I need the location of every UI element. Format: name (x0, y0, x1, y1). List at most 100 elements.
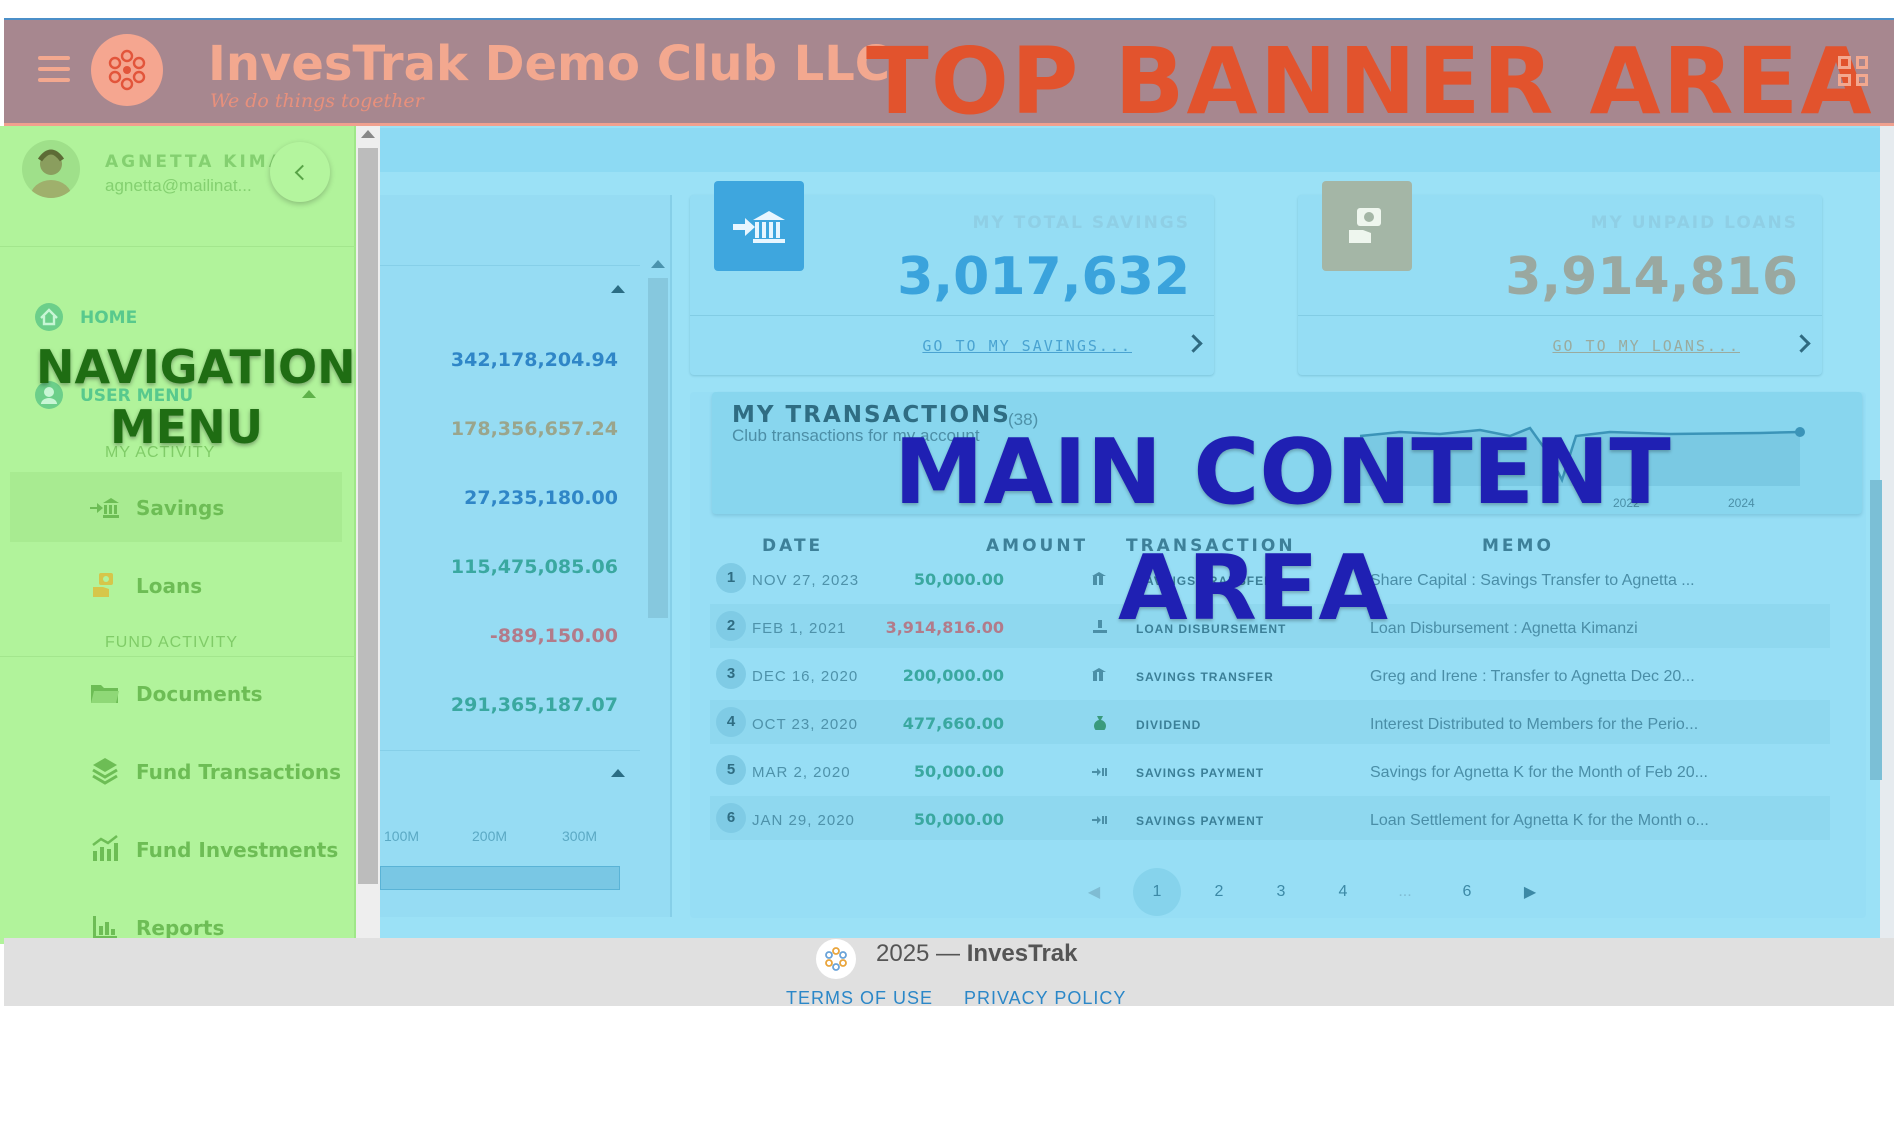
axis-tick: 200M (472, 828, 508, 844)
table-row[interactable]: 6 JAN 29, 2020 50,000.00 SAVINGS PAYMENT… (710, 796, 1830, 840)
row-number: 4 (716, 707, 746, 737)
sidebar-item-loans[interactable]: Loans (10, 550, 342, 620)
go-to-savings-link[interactable]: GO TO MY SAVINGS... (922, 337, 1132, 355)
sidebar-item-label: Savings (136, 496, 225, 520)
footer-brand: InvesTrak (966, 940, 1078, 967)
stat-label: MY UNPAID LOANS (1590, 213, 1798, 233)
sidebar-divider (0, 656, 356, 657)
scroll-up-icon[interactable] (361, 130, 375, 138)
chevron-left-icon (294, 164, 310, 180)
savings-bank-icon (1092, 812, 1108, 826)
user-name: AGNETTA KIMA (105, 152, 285, 172)
layers-icon (90, 758, 120, 785)
stat-value: 3,914,816 (1505, 247, 1798, 307)
page-button[interactable]: 2 (1195, 868, 1243, 916)
sidebar-item-savings[interactable]: Savings (10, 472, 342, 542)
card-divider (380, 265, 640, 266)
loans-hand-icon (90, 572, 120, 598)
savings-bank-icon (90, 494, 120, 520)
navigation-overlay-label: NAVIGATION (36, 340, 356, 394)
go-to-loans-link[interactable]: GO TO MY LOANS... (1552, 337, 1740, 355)
disbursement-icon (1092, 620, 1108, 634)
page-button[interactable]: 1 (1133, 868, 1181, 916)
page-button[interactable]: 3 (1257, 868, 1305, 916)
row-amount: 3,914,816.00 (885, 618, 1004, 637)
row-memo: Share Capital : Savings Transfer to Agne… (1370, 572, 1695, 589)
scroll-thumb[interactable] (1870, 480, 1882, 780)
stat-value: 3,017,632 (897, 247, 1190, 307)
avatar[interactable] (22, 140, 80, 198)
collapse-caret-icon[interactable] (611, 769, 625, 777)
summary-value: 27,235,180.00 (464, 487, 618, 509)
loans-hand-icon (1322, 181, 1412, 271)
sidebar-item-fund-transactions[interactable]: Fund Transactions (10, 736, 342, 806)
summary-value-text: 291,365,187.07 (450, 694, 618, 716)
summary-scrollbar[interactable] (648, 260, 670, 892)
collapse-sidebar-button[interactable] (270, 142, 330, 202)
privacy-policy-link[interactable]: PRIVACY POLICY (964, 988, 1126, 1009)
column-memo[interactable]: MEMO (1482, 536, 1554, 556)
app-window: InvesTrak Demo Club LLC We do things tog… (0, 0, 1894, 1121)
scroll-thumb[interactable] (358, 148, 378, 884)
banner-overlay-label: TOP BANNER AREA (866, 28, 1874, 135)
summary-value: 178,356,657.24 (451, 418, 618, 440)
transactions-scrollbar[interactable] (1866, 460, 1882, 850)
sidebar-divider (0, 246, 356, 247)
sidebar-item-home[interactable]: HOME (80, 308, 137, 328)
table-row[interactable]: 4 OCT 23, 2020 477,660.00 DIVIDEND Inter… (710, 700, 1830, 744)
sidebar-item-label: Fund Transactions (136, 760, 342, 784)
terms-of-use-link[interactable]: TERMS OF USE (786, 988, 933, 1009)
row-memo: Interest Distributed to Members for the … (1370, 716, 1699, 733)
stat-divider (1298, 315, 1822, 316)
row-date: OCT 23, 2020 (752, 716, 858, 733)
sidebar-item-fund-investments[interactable]: Fund Investments (10, 814, 342, 884)
row-transaction-type: DIVIDEND (1136, 718, 1202, 732)
navigation-overlay-label: MENU (110, 400, 264, 454)
user-email: agnetta@mailinat... (105, 176, 252, 195)
table-row[interactable]: 3 DEC 16, 2020 200,000.00 SAVINGS TRANSF… (710, 652, 1830, 696)
row-amount: 50,000.00 (913, 810, 1004, 829)
row-number: 5 (716, 755, 746, 785)
row-date: MAR 2, 2020 (752, 764, 851, 781)
summary-value-text: 27,235,180.00 (464, 487, 618, 509)
summary-value: 115,475,085.06 (451, 556, 618, 578)
section-fund-activity: FUND ACTIVITY (105, 634, 239, 651)
next-page-icon[interactable]: ▶ (1506, 868, 1554, 916)
sparkline-tick: 2024 (1728, 496, 1755, 510)
sidebar-item-documents[interactable]: Documents (10, 658, 342, 728)
row-amount: 50,000.00 (913, 762, 1004, 781)
footer-copyright: 2025 — InvesTrak (876, 940, 1077, 968)
summary-value-text: 342,178,204.94 (450, 349, 618, 371)
chevron-right-icon[interactable] (1184, 334, 1203, 353)
grid-apps-icon[interactable] (1838, 56, 1868, 86)
page-button[interactable]: 4 (1319, 868, 1367, 916)
page-button[interactable]: 6 (1443, 868, 1491, 916)
folder-icon (90, 680, 120, 706)
column-amount[interactable]: AMOUNT (986, 536, 1088, 556)
summary-value: -889,150.00 (490, 625, 618, 647)
row-date: DEC 16, 2020 (752, 668, 859, 685)
money-bag-icon (1092, 716, 1108, 732)
row-transaction-type: SAVINGS TRANSFER (1136, 670, 1274, 684)
row-transaction-type: SAVINGS PAYMENT (1136, 766, 1265, 780)
navigation-menu: AGNETTA KIMA agnetta@mailinat... HOME US… (0, 126, 356, 944)
chevron-right-icon[interactable] (1792, 334, 1811, 353)
scroll-thumb[interactable] (648, 278, 668, 618)
unpaid-loans-card: MY UNPAID LOANS 3,914,816 GO TO MY LOANS… (1298, 181, 1822, 375)
club-logo[interactable] (91, 34, 163, 106)
reports-chart-icon (90, 914, 120, 940)
scroll-up-icon[interactable] (651, 260, 665, 268)
hamburger-menu-icon[interactable] (38, 56, 70, 82)
collapse-caret-icon[interactable] (611, 285, 625, 293)
column-date[interactable]: DATE (762, 536, 823, 556)
summary-value-text: 178,356,657.24 (450, 418, 618, 440)
table-row[interactable]: 5 MAR 2, 2020 50,000.00 SAVINGS PAYMENT … (710, 748, 1830, 792)
axis-tick: 300M (562, 828, 598, 844)
page-ellipsis: ... (1398, 883, 1412, 900)
home-icon[interactable] (34, 302, 66, 332)
prev-page-icon[interactable]: ◀ (1070, 868, 1118, 916)
savings-bank-icon (1092, 764, 1108, 778)
investments-chart-icon (90, 835, 120, 862)
card-divider (380, 750, 640, 751)
sidebar-scrollbar[interactable] (356, 126, 380, 938)
